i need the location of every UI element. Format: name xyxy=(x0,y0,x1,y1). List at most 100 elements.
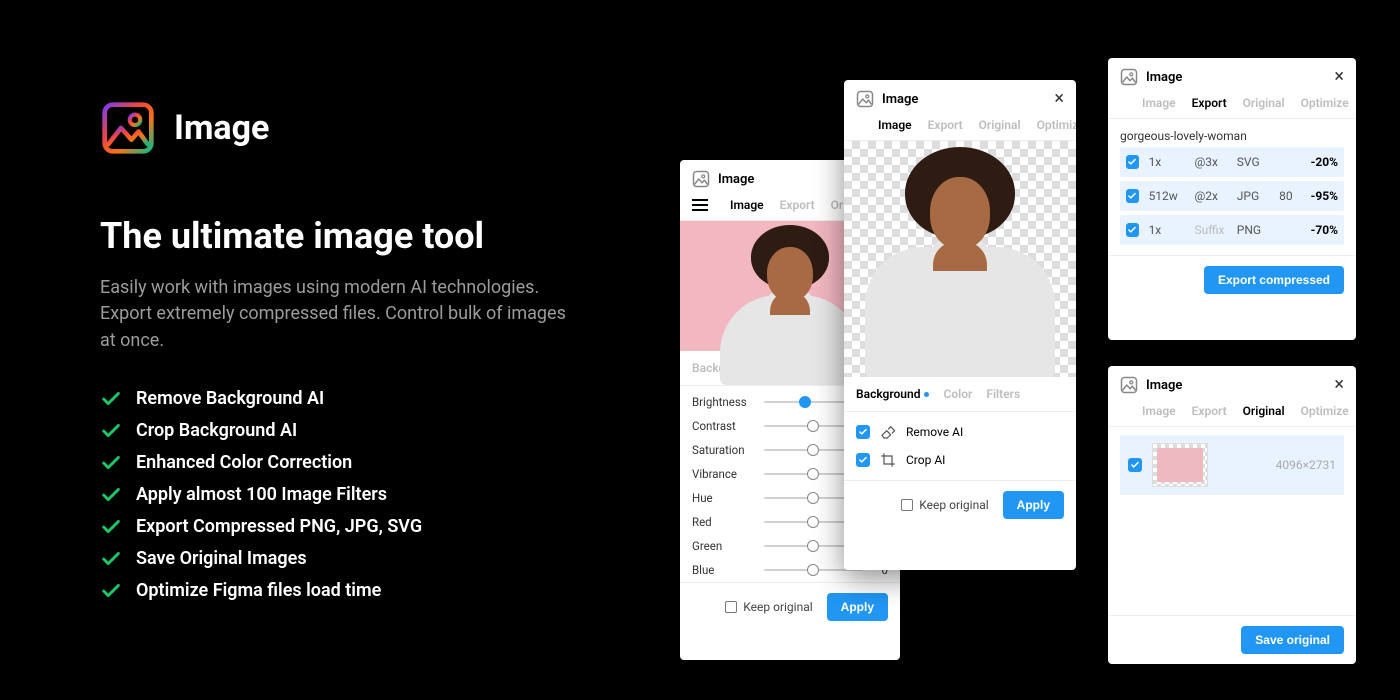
tab-export[interactable]: Export xyxy=(1192,404,1227,418)
app-logo-icon xyxy=(856,90,874,108)
panel-original: Image × Image Export Original Optimize 4… xyxy=(1108,366,1356,664)
subheadline: Easily work with images using modern AI … xyxy=(100,275,570,353)
save-original-button[interactable]: Save original xyxy=(1241,626,1344,654)
check-icon xyxy=(100,580,122,602)
checkbox-checked-icon[interactable] xyxy=(1126,189,1139,203)
check-icon xyxy=(100,548,122,570)
check-icon xyxy=(100,452,122,474)
slider-label: Blue xyxy=(692,563,754,577)
slider-thumb[interactable] xyxy=(807,540,819,552)
app-logo-icon xyxy=(692,170,710,188)
close-icon[interactable]: × xyxy=(1334,68,1344,86)
brand-name: Image xyxy=(174,108,269,148)
export-compressed-button[interactable]: Export compressed xyxy=(1204,266,1344,294)
original-row[interactable]: 4096×2731 xyxy=(1120,435,1344,495)
export-format[interactable]: PNG xyxy=(1237,223,1269,237)
export-delta: -70% xyxy=(1311,223,1338,237)
slider-label: Saturation xyxy=(692,443,754,457)
check-icon xyxy=(100,516,122,538)
checkbox-checked-icon[interactable] xyxy=(1126,223,1139,237)
tab-image[interactable]: Image xyxy=(1142,96,1176,110)
export-format[interactable]: SVG xyxy=(1237,155,1269,169)
keep-original-checkbox[interactable]: Keep original xyxy=(901,498,988,512)
checkbox-checked-icon[interactable] xyxy=(1126,155,1139,169)
tab-export[interactable]: Export xyxy=(780,198,815,212)
tab-image[interactable]: Image xyxy=(730,198,764,212)
apply-button[interactable]: Apply xyxy=(1003,491,1064,519)
row-remove-ai[interactable]: Remove AI xyxy=(856,418,1064,446)
brand-logo-icon xyxy=(100,100,156,156)
slider-label: Hue xyxy=(692,491,754,505)
keep-original-checkbox[interactable]: Keep original xyxy=(725,600,812,614)
feature-text: Remove Background AI xyxy=(136,388,324,409)
tab-export[interactable]: Export xyxy=(1192,96,1227,110)
tab-export[interactable]: Export xyxy=(928,118,963,132)
slider-label: Vibrance xyxy=(692,467,754,481)
export-filename[interactable]: gorgeous-lovely-woman xyxy=(1108,119,1356,147)
tab-image[interactable]: Image xyxy=(1142,404,1176,418)
active-dot-icon xyxy=(924,392,929,397)
export-format[interactable]: JPG xyxy=(1237,189,1269,203)
close-icon[interactable]: × xyxy=(1054,90,1064,108)
subtab-background[interactable]: Background xyxy=(856,387,929,401)
export-quality[interactable]: 80 xyxy=(1279,189,1301,203)
feature-item: Apply almost 100 Image Filters xyxy=(100,484,600,506)
export-suffix[interactable]: @2x xyxy=(1194,189,1226,203)
slider-thumb[interactable] xyxy=(799,396,811,408)
feature-text: Save Original Images xyxy=(136,548,307,569)
slider-thumb[interactable] xyxy=(807,516,819,528)
feature-item: Crop Background AI xyxy=(100,420,600,442)
hero: Image The ultimate image tool Easily wor… xyxy=(100,100,600,612)
checkbox-checked-icon[interactable] xyxy=(856,425,870,439)
export-delta: -20% xyxy=(1311,155,1338,169)
panel-title: Image xyxy=(1146,70,1326,85)
check-icon xyxy=(100,484,122,506)
background-actions: Remove AI Crop AI xyxy=(844,412,1076,480)
export-row[interactable]: 1x @3x SVG -20% xyxy=(1120,147,1344,177)
tab-optimize[interactable]: Optimize xyxy=(1301,404,1349,418)
tab-original[interactable]: Original xyxy=(1243,404,1285,418)
feature-item: Export Compressed PNG, JPG, SVG xyxy=(100,516,600,538)
headline: The ultimate image tool xyxy=(100,216,600,257)
slider-thumb[interactable] xyxy=(807,420,819,432)
export-size[interactable]: 1x xyxy=(1149,155,1185,169)
slider-thumb[interactable] xyxy=(807,444,819,456)
close-icon[interactable]: × xyxy=(1334,376,1344,394)
row-crop-ai[interactable]: Crop AI xyxy=(856,446,1064,474)
checkbox-icon xyxy=(901,499,913,511)
export-table: 1x@3xSVG-20%512w@2xJPG80-95%1xSuffixPNG-… xyxy=(1108,147,1356,255)
checkbox-checked-icon[interactable] xyxy=(856,453,870,467)
menu-icon[interactable] xyxy=(692,199,708,211)
slider-label: Brightness xyxy=(692,395,754,409)
subtab-filters[interactable]: Filters xyxy=(986,387,1020,401)
app-logo-icon xyxy=(1120,68,1138,86)
export-size[interactable]: 1x xyxy=(1149,223,1185,237)
tab-image[interactable]: Image xyxy=(878,118,912,132)
export-row[interactable]: 1x Suffix PNG -70% xyxy=(1120,215,1344,245)
resolution-label: 4096×2731 xyxy=(1218,458,1336,472)
feature-text: Export Compressed PNG, JPG, SVG xyxy=(136,516,422,537)
export-suffix[interactable]: Suffix xyxy=(1194,223,1226,237)
panel-export: Image × Image Export Original Optimize g… xyxy=(1108,58,1356,340)
feature-text: Apply almost 100 Image Filters xyxy=(136,484,387,505)
panel-title: Image xyxy=(882,92,1046,107)
slider-thumb[interactable] xyxy=(807,564,819,576)
feature-text: Optimize Figma files load time xyxy=(136,580,381,601)
export-size[interactable]: 512w xyxy=(1149,189,1185,203)
subtab-color[interactable]: Color xyxy=(943,387,972,401)
feature-text: Crop Background AI xyxy=(136,420,297,441)
slider-label: Contrast xyxy=(692,419,754,433)
panel-title: Image xyxy=(1146,378,1326,393)
slider-thumb[interactable] xyxy=(807,468,819,480)
slider-label: Green xyxy=(692,539,754,553)
panel-background: Image × Image Export Original Optimize B… xyxy=(844,80,1076,570)
tab-original[interactable]: Original xyxy=(1243,96,1285,110)
apply-button[interactable]: Apply xyxy=(827,593,888,621)
tab-optimize[interactable]: Optimize xyxy=(1301,96,1349,110)
tab-original[interactable]: Original xyxy=(979,118,1021,132)
export-row[interactable]: 512w@2xJPG80-95% xyxy=(1120,181,1344,211)
slider-thumb[interactable] xyxy=(807,492,819,504)
checkbox-checked-icon[interactable] xyxy=(1128,458,1142,472)
tab-optimize[interactable]: Optimize xyxy=(1037,118,1076,132)
export-suffix[interactable]: @3x xyxy=(1194,155,1226,169)
